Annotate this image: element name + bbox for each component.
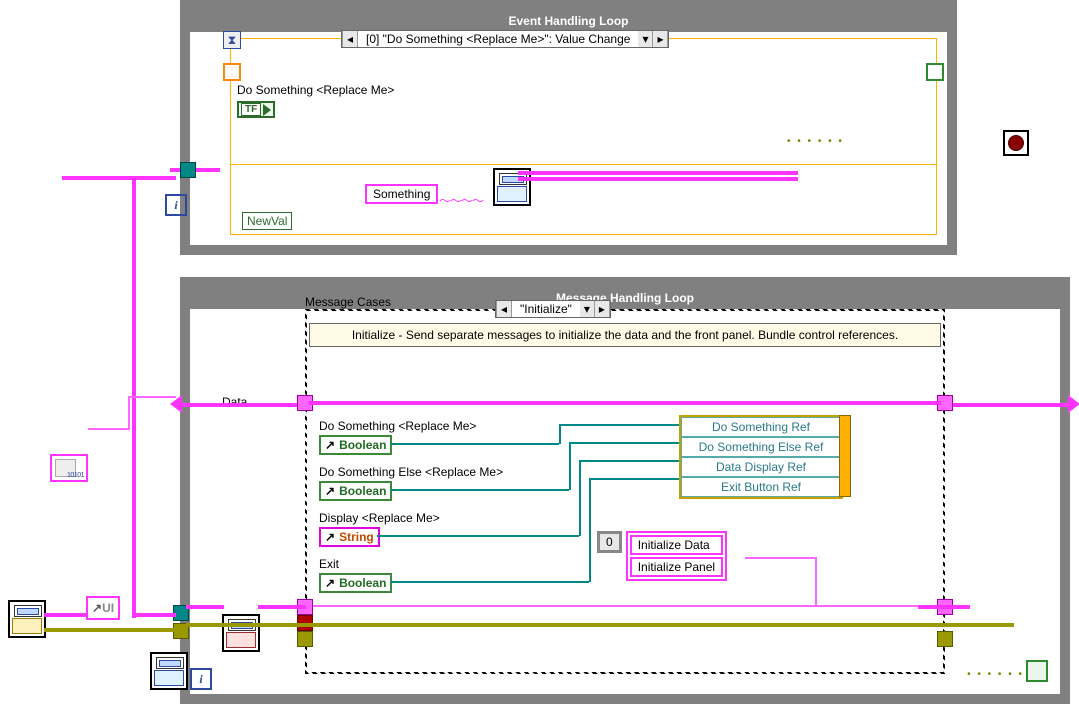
enqueue-arrow-icon <box>497 186 527 202</box>
wire-pink-dash: ～～～～ <box>439 192 483 209</box>
event-case-name: [0] "Do Something <Replace Me>": Value C… <box>358 31 638 47</box>
event-loop-border: Event Handling Loop ◂ [0] "Do Something … <box>180 0 957 255</box>
boolean-control-label: Do Something <Replace Me> <box>237 83 394 97</box>
loop-iteration-terminal: i <box>165 194 187 216</box>
event-case-selector[interactable]: ◂ [0] "Do Something <Replace Me>": Value… <box>341 30 669 48</box>
event-structure: ◂ [0] "Do Something <Replace Me>": Value… <box>230 38 937 235</box>
wire-stop-dotted <box>787 133 867 147</box>
ref2-label: Display <Replace Me> <box>319 511 440 525</box>
err-case-tunnel-right <box>937 631 953 647</box>
enqueue-message-subvi-bottom[interactable] <box>150 652 188 690</box>
create-queue-subvi[interactable] <box>8 600 46 638</box>
ref1-label: Do Something Else <Replace Me> <box>319 465 503 479</box>
bundle-by-name[interactable]: Do Something Ref Do Something Else Ref D… <box>679 415 843 499</box>
ref1-type: ↗Boolean <box>319 481 392 501</box>
ui-const-text: UI <box>102 601 114 615</box>
init-messages-array[interactable]: 0 Initialize Data Initialize Panel <box>597 531 727 581</box>
chevron-down-icon[interactable]: ▾ <box>638 31 652 47</box>
ref2-type: ↗String <box>319 527 380 547</box>
loop-conditional-terminal[interactable] <box>1026 660 1048 682</box>
something-const-text: Something <box>373 187 430 201</box>
tf-arrow-icon <box>263 104 271 116</box>
case-comment-text: Initialize - Send separate messages to i… <box>352 328 898 342</box>
message-case-selector[interactable]: ◂ "Initialize" ▾ ▸ <box>495 300 611 318</box>
event-data-divider <box>231 164 936 165</box>
ref3-label: Exit <box>319 557 339 571</box>
bundle-item-3: Exit Button Ref <box>681 477 841 497</box>
mailbox-icon <box>14 605 42 617</box>
ref0-type: ↗Boolean <box>319 435 392 455</box>
chevron-left-icon[interactable]: ◂ <box>342 31 358 47</box>
dequeue-message-subvi[interactable] <box>222 614 260 652</box>
array-item-1: Initialize Panel <box>630 557 723 577</box>
loop-stop-terminal[interactable] <box>1003 130 1029 156</box>
chevron-right-icon[interactable]: ▸ <box>594 301 610 317</box>
dequeue-arrow-icon <box>226 632 256 648</box>
tf-tag: TF <box>241 103 261 116</box>
typedef-const-icon[interactable] <box>50 454 88 482</box>
hourglass-icon <box>223 31 241 49</box>
case-name-label: Message Cases <box>305 295 391 309</box>
loop-iteration-terminal-2: i <box>190 668 212 690</box>
chevron-right-icon[interactable]: ▸ <box>652 31 668 47</box>
chevron-down-icon[interactable]: ▾ <box>580 301 594 317</box>
dynamic-event-left-icon <box>223 63 241 81</box>
event-loop-title: Event Handling Loop <box>190 10 947 32</box>
block-diagram: Event Handling Loop ◂ [0] "Do Something … <box>0 0 1079 722</box>
bundle-item-0: Do Something Ref <box>681 417 841 437</box>
chevron-left-icon[interactable]: ◂ <box>496 301 512 317</box>
enqueue-arrow-icon <box>154 670 184 686</box>
ui-queue-name-const[interactable]: ↗UI <box>86 596 120 620</box>
boolean-tf-terminal: TF <box>237 101 275 118</box>
bundle-item-2: Data Display Ref <box>681 457 841 477</box>
bundle-output-terminal <box>839 415 851 497</box>
array-item-0: Initialize Data <box>630 535 723 555</box>
shift-register-right-icon <box>1068 395 1079 413</box>
wire-stop-dotted-2 <box>967 666 1024 680</box>
dynamic-event-right-icon <box>926 63 944 81</box>
err-case-tunnel-left <box>297 631 313 647</box>
message-case-name: "Initialize" <box>512 301 580 317</box>
tunnel-left <box>180 162 196 178</box>
star-icon <box>12 618 42 634</box>
stop-icon <box>1008 135 1024 151</box>
bundle-item-1: Do Something Else Ref <box>681 437 841 457</box>
something-string-const[interactable]: Something <box>365 184 438 204</box>
event-newval: NewVal <box>242 212 292 230</box>
ref0-label: Do Something <Replace Me> <box>319 419 476 433</box>
mailbox-icon <box>156 657 184 669</box>
case-comment: Initialize - Send separate messages to i… <box>309 323 941 347</box>
message-loop-border: Message Handling Loop Data Message Cases… <box>180 277 1070 704</box>
ref3-type: ↗Boolean <box>319 573 392 593</box>
array-index[interactable]: 0 <box>599 533 620 551</box>
message-case-structure: Message Cases ◂ "Initialize" ▾ ▸ Initial… <box>305 309 945 674</box>
